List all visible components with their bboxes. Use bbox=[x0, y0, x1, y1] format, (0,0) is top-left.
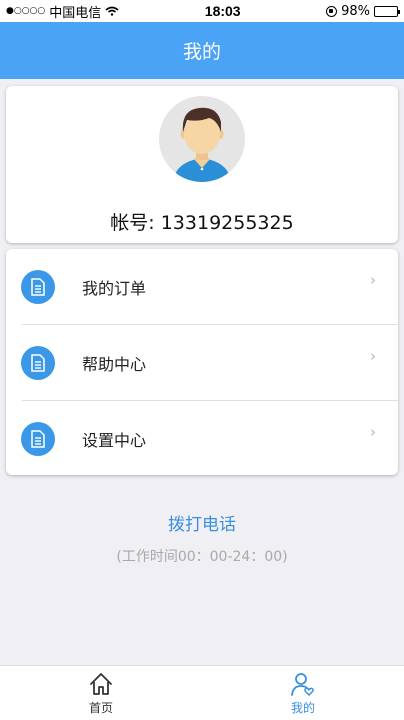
orientation-lock-icon bbox=[326, 5, 338, 17]
status-right: 98% bbox=[326, 3, 400, 19]
avatar[interactable] bbox=[159, 96, 245, 182]
chevron-right-icon: › bbox=[370, 271, 376, 289]
battery-percent: 98% bbox=[341, 3, 370, 19]
tab-mine[interactable]: 我的 bbox=[202, 666, 404, 720]
menu-item-label: 我的订单 bbox=[82, 278, 147, 298]
signal-strength-icon: ●○○○○ bbox=[6, 6, 46, 16]
menu-item-my-orders[interactable]: 我的订单 › bbox=[6, 249, 398, 324]
menu-card: 我的订单 › 帮助中心 › 设置中心 › bbox=[6, 249, 398, 475]
account-number: 帐号: 13319255325 bbox=[110, 212, 294, 234]
carrier-name: 中国电信 bbox=[49, 5, 102, 21]
menu-item-label: 帮助中心 bbox=[82, 354, 147, 374]
document-icon bbox=[21, 421, 55, 456]
status-time: 18:03 bbox=[204, 3, 241, 19]
tab-label: 首页 bbox=[88, 700, 113, 715]
battery-icon bbox=[374, 5, 400, 17]
chevron-right-icon: › bbox=[370, 423, 376, 441]
chevron-right-icon: › bbox=[370, 347, 376, 365]
call-phone-link[interactable]: 拨打电话 bbox=[0, 510, 404, 535]
tab-home[interactable]: 首页 bbox=[0, 666, 202, 720]
menu-item-help-center[interactable]: 帮助中心 › bbox=[6, 325, 398, 400]
tab-label: 我的 bbox=[290, 700, 315, 715]
nav-bar: 我的 bbox=[0, 22, 404, 79]
document-icon bbox=[21, 345, 55, 380]
status-left: ●○○○○ 中国电信 bbox=[6, 2, 119, 21]
status-bar: ●○○○○ 中国电信 18:03 98% bbox=[0, 0, 404, 22]
wifi-icon bbox=[105, 6, 119, 16]
menu-item-label: 设置中心 bbox=[82, 430, 147, 450]
document-icon bbox=[21, 269, 55, 304]
profile-card: 帐号: 13319255325 bbox=[6, 86, 398, 243]
work-hours-text: (工作时间00：00-24：00) bbox=[116, 549, 288, 565]
tab-bar: 首页 我的 bbox=[0, 665, 404, 720]
page-title: 我的 bbox=[182, 41, 221, 63]
menu-item-settings-center[interactable]: 设置中心 › bbox=[6, 401, 398, 476]
avatar-person-icon bbox=[173, 107, 231, 182]
user-heart-icon bbox=[291, 672, 314, 696]
home-icon bbox=[90, 672, 112, 695]
